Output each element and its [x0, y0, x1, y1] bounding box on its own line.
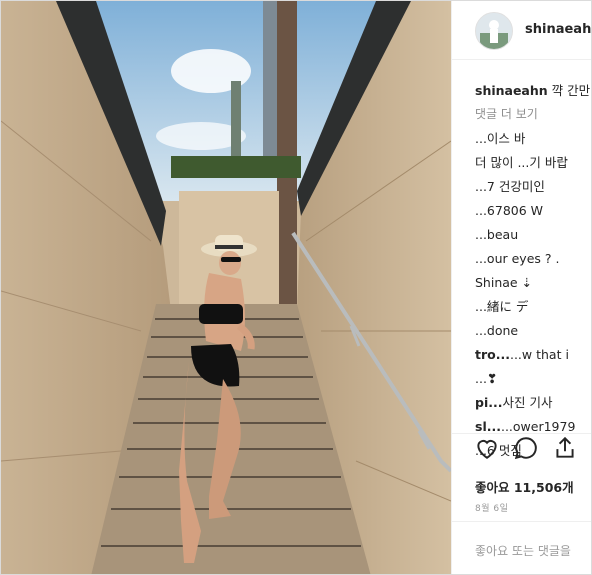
comment-text: ...67806 W — [475, 203, 544, 218]
add-comment-bar: 좋아요 또는 댓글을 — [452, 521, 591, 574]
photo-illustration — [1, 1, 451, 574]
comment-text: 더 많이 ...기 바랍 — [475, 155, 568, 170]
comment-item: 더 많이 ...기 바랍 — [475, 153, 591, 172]
post-header: shinaeahn — [452, 1, 591, 60]
avatar[interactable] — [475, 12, 513, 50]
post-frame: shinaeahn shinaeahn 꺅 간만이 댓글 더 보기 ...이스 … — [0, 0, 592, 575]
post-photo[interactable] — [1, 1, 451, 574]
comment-item: Shinae ⇣ — [475, 273, 591, 292]
heart-icon[interactable] — [474, 435, 500, 461]
likes-count[interactable]: 좋아요 11,506개 — [475, 477, 574, 496]
add-comment-input[interactable]: 좋아요 또는 댓글을 — [475, 542, 571, 559]
comment-item: ...our eyes ? . — [475, 249, 591, 268]
comment-item: ...❣ — [475, 369, 591, 388]
comment-item: tro......w that i — [475, 345, 591, 364]
view-more-comments-link[interactable]: 댓글 더 보기 — [475, 105, 591, 124]
post-side-panel: shinaeahn shinaeahn 꺅 간만이 댓글 더 보기 ...이스 … — [451, 1, 591, 574]
comment-username[interactable]: tro... — [475, 347, 510, 362]
comment-text: ...이스 바 — [475, 131, 526, 146]
comment-item: ...7 건강미인 — [475, 177, 591, 196]
post-date: 8월 6일 — [475, 504, 509, 514]
comment-text: 사진 기사 — [502, 395, 553, 410]
comment-item: ...67806 W — [475, 201, 591, 220]
comment-text: ...our eyes ? . — [475, 251, 560, 266]
comment-text: ...緒に デ — [475, 299, 529, 314]
comment-text: Shinae ⇣ — [475, 275, 533, 290]
comments-list: shinaeahn 꺅 간만이 댓글 더 보기 ...이스 바 더 많이 ...… — [475, 81, 591, 465]
caption-text: 꺅 간만이 — [551, 83, 591, 98]
comment-text: ...❣ — [475, 371, 498, 386]
header-username[interactable]: shinaeahn — [525, 22, 591, 37]
comment-text: ...ower1979 — [500, 419, 576, 434]
comment-text: ...done — [475, 323, 519, 338]
comment-item: ...done — [475, 321, 591, 340]
comment-item: ...beau — [475, 225, 591, 244]
comment-item: ...緒に デ — [475, 297, 591, 316]
comment-text: ...beau — [475, 227, 519, 242]
caption: shinaeahn 꺅 간만이 — [475, 81, 591, 100]
comment-text: ...w that i — [509, 347, 569, 362]
comment-username[interactable]: pi... — [475, 395, 502, 410]
comment-item: pi...사진 기사 — [475, 393, 591, 412]
share-icon[interactable] — [552, 435, 578, 461]
comment-item: ...이스 바 — [475, 129, 591, 148]
comment-icon[interactable] — [513, 435, 539, 461]
comment-username[interactable]: sl... — [475, 419, 501, 434]
comment-text: ...7 건강미인 — [475, 179, 545, 194]
caption-username[interactable]: shinaeahn — [475, 83, 548, 98]
